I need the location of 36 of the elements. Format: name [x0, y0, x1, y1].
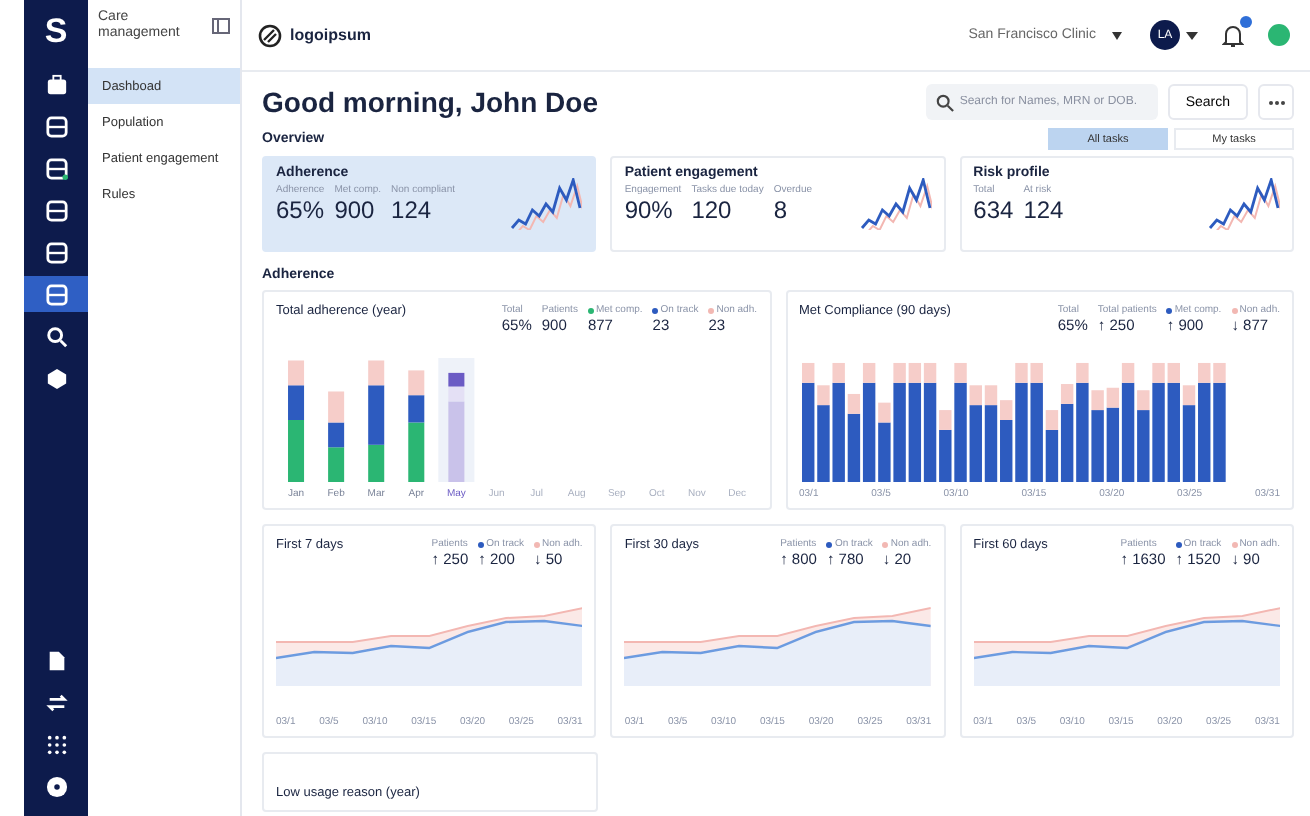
more-button[interactable] [1258, 84, 1294, 120]
greeting-heading: Good morning, John Doe [262, 86, 598, 118]
bell-icon[interactable] [1222, 22, 1244, 48]
document-icon [45, 649, 67, 671]
apps-icon [45, 733, 67, 755]
stat-value: 90% [624, 196, 675, 224]
stacked-bar [368, 360, 385, 482]
stat-value: 120 [691, 196, 734, 224]
stat-value: 124 [1023, 196, 1064, 224]
stacked-bar [288, 360, 305, 482]
brand-logo-icon [258, 23, 282, 47]
caret-icon[interactable] [1186, 31, 1198, 39]
stat-value: 65% [276, 196, 325, 224]
stat-value: 124 [391, 196, 434, 224]
brand-name: logoipsum [290, 26, 371, 44]
collapse-icon[interactable] [212, 18, 230, 34]
stat-value: 900 [334, 196, 377, 224]
more-icon [1267, 99, 1285, 105]
stacked-bar [328, 391, 345, 482]
tray-icon [45, 115, 67, 137]
search-icon [45, 325, 67, 347]
app-logo[interactable]: S [44, 12, 68, 52]
briefcase-icon [45, 73, 67, 95]
caret-icon [1112, 31, 1122, 39]
sparkline [1207, 178, 1280, 230]
status-icon[interactable] [1268, 24, 1290, 46]
tray-icon [45, 283, 67, 305]
stacked-bar [408, 370, 425, 482]
search-icon [935, 93, 954, 111]
stat-value: 634 [973, 196, 1014, 224]
sparkline [510, 178, 583, 230]
sparkline [859, 178, 932, 230]
stat-value: 8 [773, 196, 790, 224]
stacked-bar [448, 372, 465, 482]
swap-icon [45, 691, 67, 713]
tray-icon [45, 241, 67, 263]
